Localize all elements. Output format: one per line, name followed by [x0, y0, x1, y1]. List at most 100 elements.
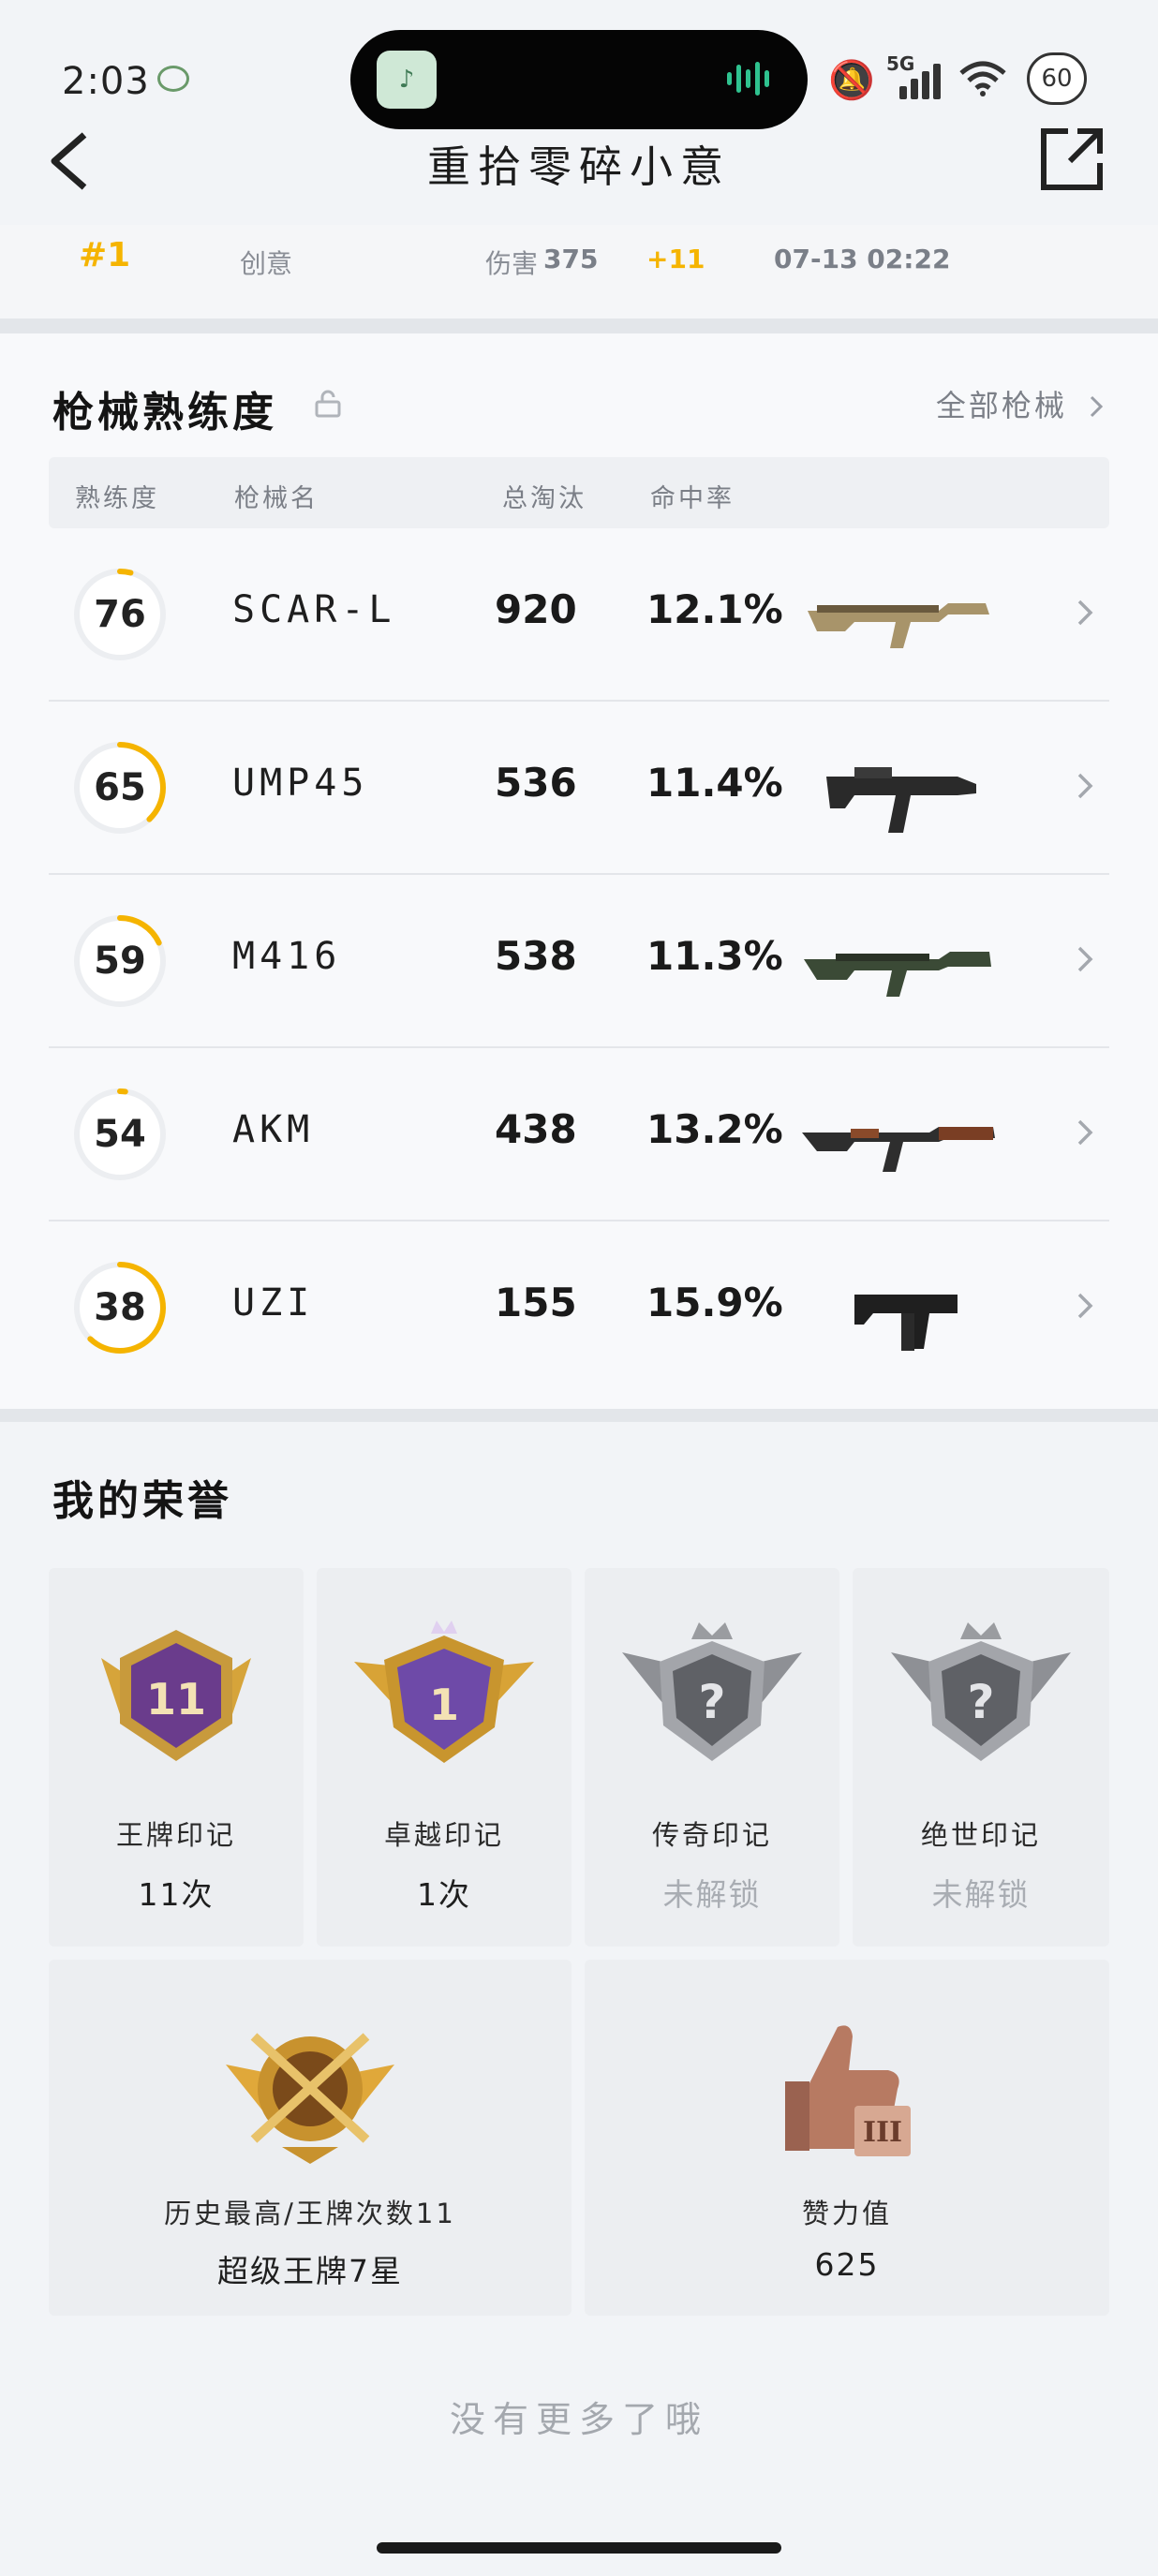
wifi-icon: [958, 60, 1008, 107]
section-divider: [0, 1409, 1158, 1422]
likes-tier-numeral: III: [863, 2116, 902, 2149]
header-mastery: 熟练度: [75, 484, 159, 513]
excellence-badge-icon: 1: [354, 1621, 534, 1763]
end-of-list-note: 没有更多了哦: [449, 2399, 708, 2440]
dynamic-island[interactable]: ♪: [350, 30, 808, 129]
damage-value: 375: [543, 244, 599, 274]
honor-value: 超级王牌7星: [217, 2253, 403, 2289]
kills-count: +11: [646, 244, 705, 274]
weapon-hit-rate: 11.3%: [646, 933, 783, 979]
weapon-name: UMP45: [232, 762, 369, 805]
chevron-right-icon: [1077, 946, 1093, 972]
weapon-hit-rate: 12.1%: [646, 586, 783, 632]
honor-value: 625: [814, 2246, 880, 2283]
system-icons: 🔕 5G 60: [828, 52, 1109, 105]
weapon-hit-rate: 15.9%: [646, 1280, 783, 1325]
chevron-right-icon: [1077, 600, 1093, 626]
weapon-name: UZI: [232, 1281, 315, 1325]
weapon-table-header: 熟练度 枪械名 总淘汰 命中率: [49, 457, 1109, 528]
mastery-level: 54: [94, 1113, 146, 1156]
honor-name: 历史最高/王牌次数11: [164, 2198, 456, 2229]
signal-icon: [899, 62, 946, 99]
weapon-name: AKM: [232, 1108, 315, 1151]
status-bar: 2:03 ♪ 🔕 5G 60: [0, 0, 1158, 141]
ace-badge-number: 11: [146, 1674, 206, 1725]
notification-app-icon: [157, 66, 189, 92]
chevron-right-icon: [1077, 1119, 1093, 1146]
excellence-badge-number: 1: [429, 1680, 459, 1730]
legend-badge-mark: ?: [698, 1675, 725, 1729]
honor-name: 绝世印记: [920, 1819, 1041, 1851]
honor-tile-highest-tier[interactable]: 历史最高/王牌次数11 超级王牌7星: [49, 1960, 572, 2316]
weapon-mastery-title: 枪械熟练度: [52, 389, 277, 437]
match-rank: #1: [79, 236, 131, 274]
page-title: 重拾零碎小意: [427, 141, 731, 192]
match-summary-strip[interactable]: #1 创意 伤害 375 +11 07-13 02:22: [0, 225, 1158, 318]
honor-name: 传奇印记: [651, 1819, 772, 1851]
crossed-guns-emblem-icon: [226, 2033, 394, 2164]
damage-label: 伤害: [485, 248, 539, 279]
match-mode: 创意: [240, 248, 293, 279]
honor-name: 赞力值: [801, 2198, 892, 2229]
legend-badge-locked-icon: ?: [622, 1622, 802, 1761]
honor-value: 11次: [138, 1876, 215, 1913]
weapon-kills: 536: [495, 760, 577, 806]
honor-value: 未解锁: [931, 1876, 1031, 1913]
status-time: 2:03: [62, 60, 150, 103]
lock-icon[interactable]: [315, 390, 341, 418]
weapon-kills: 538: [495, 933, 577, 979]
mastery-level: 38: [94, 1286, 146, 1329]
honor-tile-excellence[interactable]: 1 卓越印记 1次: [317, 1568, 572, 1947]
mastery-level: 76: [94, 593, 146, 636]
honor-value: 未解锁: [662, 1876, 762, 1913]
weapon-row[interactable]: 65 UMP45 536 11.4%: [49, 702, 1109, 875]
battery-indicator: 60: [1027, 52, 1087, 105]
weapon-row[interactable]: 76 SCAR-L 920 12.1%: [49, 528, 1109, 702]
honors-title: 我的荣誉: [52, 1477, 232, 1525]
weapon-row[interactable]: 59 M416 538 11.3%: [49, 875, 1109, 1048]
header-kills: 总淘汰: [502, 484, 586, 513]
weapon-name: M416: [232, 935, 342, 978]
chevron-right-icon: [1077, 1293, 1093, 1319]
home-indicator[interactable]: [377, 2542, 781, 2554]
weapon-hit-rate: 11.4%: [646, 760, 783, 806]
section-divider: [0, 318, 1158, 333]
weapon-mastery-card: 枪械熟练度 全部枪械 熟练度 枪械名 总淘汰 命中率 76 SCAR-L 920 12…: [0, 333, 1158, 1409]
media-thumbnail-icon: ♪: [377, 51, 437, 109]
honor-tile-legend[interactable]: ? 传奇印记 未解锁: [585, 1568, 839, 1947]
honor-tile-peerless[interactable]: ? 绝世印记 未解锁: [853, 1568, 1109, 1947]
assault-rifle-green-icon: [804, 952, 991, 997]
share-icon[interactable]: [1036, 124, 1107, 195]
honor-tile-likes[interactable]: III 赞力值 625: [585, 1960, 1109, 2316]
top-nav-bar: 重拾零碎小意: [0, 122, 1158, 225]
header-name: 枪械名: [234, 484, 319, 513]
smg-black-icon: [826, 767, 976, 833]
all-weapons-label: 全部枪械: [935, 388, 1067, 423]
audio-wave-icon: [727, 62, 779, 99]
chevron-right-icon: [1077, 773, 1093, 799]
weapon-row[interactable]: 38 UZI 155 15.9%: [49, 1221, 1109, 1395]
peerless-badge-mark: ?: [967, 1675, 994, 1729]
honor-value: 1次: [417, 1876, 471, 1913]
mastery-level: 59: [94, 940, 146, 983]
weapon-kills: 438: [495, 1106, 577, 1152]
micro-smg-black-icon: [854, 1295, 958, 1351]
peerless-badge-locked-icon: ?: [891, 1622, 1071, 1761]
weapon-row[interactable]: 54 AKM 438 13.2%: [49, 1048, 1109, 1221]
honor-name: 卓越印记: [383, 1819, 504, 1851]
mute-bell-icon: 🔕: [828, 59, 875, 102]
weapon-hit-rate: 13.2%: [646, 1106, 783, 1152]
chevron-right-icon: [1090, 395, 1104, 418]
assault-rifle-tan-icon: [808, 603, 989, 648]
assault-rifle-wood-icon: [802, 1127, 995, 1172]
weapon-name: SCAR-L: [232, 588, 396, 631]
thumbs-up-emblem-icon: III: [785, 2025, 911, 2156]
honor-name: 王牌印记: [115, 1819, 236, 1851]
all-weapons-link[interactable]: 全部枪械: [936, 382, 1106, 425]
mastery-level: 65: [94, 766, 146, 809]
weapon-kills: 920: [495, 586, 577, 632]
header-rate: 命中率: [650, 484, 735, 513]
weapon-kills: 155: [495, 1280, 577, 1325]
honor-tile-ace[interactable]: 11 王牌印记 11次: [49, 1568, 304, 1947]
match-time: 07-13 02:22: [774, 244, 951, 274]
